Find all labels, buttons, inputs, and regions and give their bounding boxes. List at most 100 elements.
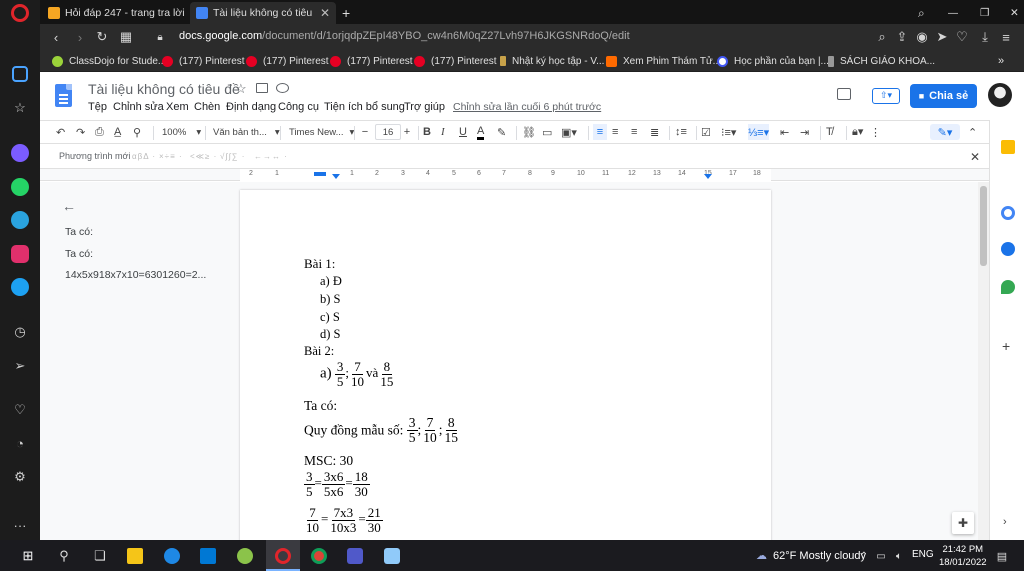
star-icon[interactable]: ☆ bbox=[235, 81, 247, 97]
notification-icon[interactable]: ▤ bbox=[994, 548, 1010, 564]
more-icon[interactable]: ··· bbox=[11, 516, 29, 534]
menu-chinh-sua[interactable]: Chỉnh sửa bbox=[113, 101, 164, 113]
last-edit-link[interactable]: Chỉnh sửa lần cuối 6 phút trước bbox=[453, 101, 601, 113]
align-right-icon[interactable]: ≡ bbox=[631, 124, 637, 140]
scrollbar-thumb[interactable] bbox=[980, 186, 987, 266]
clear-formatting-icon[interactable]: T̸ bbox=[826, 124, 833, 140]
heart-icon[interactable]: ♡ bbox=[954, 29, 970, 45]
avatar[interactable] bbox=[988, 83, 1012, 107]
undo-icon[interactable]: ↶ bbox=[56, 124, 65, 140]
insert-comment-icon[interactable]: ▭ bbox=[542, 124, 552, 140]
opera-logo-icon[interactable] bbox=[11, 4, 29, 22]
close-icon[interactable]: ✕ bbox=[314, 6, 330, 20]
lock-icon[interactable]: 🔒︎ bbox=[152, 29, 168, 45]
misc-operations-menu[interactable]: ×÷≡ · bbox=[159, 152, 183, 161]
windows-start-icon[interactable]: ⊞ bbox=[20, 548, 36, 564]
search-icon[interactable]: ⌕ bbox=[874, 29, 890, 45]
checklist-icon[interactable]: ☑ bbox=[701, 124, 711, 140]
bookmark-pinterest[interactable]: (177) Pinterest bbox=[246, 54, 329, 68]
decrease-indent-icon[interactable]: ⇤ bbox=[780, 124, 789, 140]
menu-tep[interactable]: Tệp bbox=[88, 101, 107, 113]
bookmark-sgk[interactable]: SÁCH GIÁO KHOA... bbox=[828, 54, 935, 68]
new-tab-button[interactable]: + bbox=[336, 2, 356, 24]
outline-item[interactable]: Ta có: bbox=[65, 226, 93, 238]
relations-menu[interactable]: <≪≥ · bbox=[190, 152, 217, 161]
insert-image-icon[interactable]: ▣▾ bbox=[561, 124, 577, 140]
spellcheck-icon[interactable]: A̲ bbox=[114, 124, 121, 140]
bookmark-nhatky[interactable]: Nhật ký học tập - V... bbox=[500, 54, 604, 68]
share-button[interactable]: ■ Chia sẻ bbox=[910, 84, 977, 108]
teams-icon[interactable] bbox=[347, 548, 363, 564]
maps-icon[interactable] bbox=[1001, 280, 1015, 294]
text-color-icon[interactable]: A bbox=[477, 124, 485, 140]
player-icon[interactable]: ◷ bbox=[11, 323, 29, 341]
first-line-indent-marker[interactable] bbox=[314, 172, 326, 176]
cloud-icon[interactable] bbox=[276, 83, 289, 93]
font-size-input[interactable]: 16 bbox=[375, 124, 401, 140]
style-select[interactable]: Văn bản th... ▾ bbox=[213, 124, 280, 141]
url-field[interactable]: docs.google.com/document/d/1orjqdpZEpI48… bbox=[179, 30, 630, 42]
chevron-up-icon[interactable]: ⌃ bbox=[856, 548, 872, 564]
instagram-icon[interactable] bbox=[11, 245, 29, 263]
app-icon[interactable] bbox=[384, 548, 400, 564]
new-equation-button[interactable]: Phương trình mới bbox=[59, 151, 130, 161]
send-icon[interactable]: ➤ bbox=[934, 29, 950, 45]
contacts-icon[interactable] bbox=[1001, 242, 1015, 256]
store-icon[interactable] bbox=[200, 548, 216, 564]
bulleted-list-icon[interactable]: ⁝≡▾ bbox=[721, 124, 736, 140]
doc-title[interactable]: Tài liệu không có tiêu đề bbox=[88, 81, 240, 97]
collapse-icon[interactable]: ⌃ bbox=[968, 124, 977, 140]
bookmark-pinterest[interactable]: (177) Pinterest bbox=[414, 54, 497, 68]
print-icon[interactable]: ⎙ bbox=[95, 124, 104, 140]
file-explorer-icon[interactable] bbox=[127, 548, 143, 564]
edge-icon[interactable] bbox=[164, 548, 180, 564]
tabs-grid-icon[interactable]: ▦ bbox=[118, 29, 134, 45]
italic-icon[interactable]: I bbox=[441, 124, 445, 140]
history-icon[interactable]: ◔ bbox=[11, 434, 29, 452]
back-arrow-icon[interactable]: ← bbox=[62, 198, 76, 214]
math-operators-menu[interactable]: √∫∫∑ · bbox=[220, 152, 245, 161]
app-icon[interactable] bbox=[237, 548, 253, 564]
font-size-decrease-button[interactable]: − bbox=[358, 124, 372, 140]
download-icon[interactable]: ⤓ bbox=[977, 29, 993, 45]
justify-icon[interactable]: ≣ bbox=[650, 124, 659, 140]
comment-icon[interactable] bbox=[837, 88, 851, 100]
font-size-increase-button[interactable]: + bbox=[400, 124, 414, 140]
weather-widget[interactable]: ☁ 62°F Mostly cloudy bbox=[756, 549, 866, 562]
camera-icon[interactable]: ◉ bbox=[914, 29, 930, 45]
link-icon[interactable]: ⛓ bbox=[522, 124, 536, 140]
folder-icon[interactable] bbox=[256, 83, 268, 93]
numbered-list-icon[interactable]: ⅓≡▾ bbox=[748, 124, 770, 140]
document-page[interactable]: Bài 1: a) Đ b) S c) S d) S Bài 2: a) 3 5;… bbox=[240, 190, 771, 550]
back-icon[interactable]: ‹ bbox=[48, 29, 64, 45]
messenger-icon[interactable] bbox=[11, 144, 29, 162]
tab-hoidap[interactable]: Hỏi đáp 247 - trang tra lời ✕ bbox=[42, 2, 187, 24]
bookmark-pinterest[interactable]: (177) Pinterest bbox=[330, 54, 413, 68]
forward-icon[interactable]: › bbox=[72, 29, 88, 45]
increase-indent-icon[interactable]: ⇥ bbox=[800, 124, 809, 140]
tab-docs[interactable]: Tài liệu không có tiêu đề - Google ✕ bbox=[190, 2, 336, 24]
docs-logo-icon[interactable] bbox=[55, 84, 72, 107]
menu-tro-giup[interactable]: Trợ giúp bbox=[404, 101, 445, 113]
star-icon[interactable]: ☆ bbox=[11, 99, 29, 117]
task-view-icon[interactable]: ❏ bbox=[92, 548, 108, 564]
twitter-icon[interactable] bbox=[11, 278, 29, 296]
bookmark-classdojo[interactable]: ClassDojo for Stude... bbox=[52, 54, 166, 68]
maximize-button[interactable]: ❐ bbox=[974, 2, 990, 24]
font-select[interactable]: Times New... ▾ bbox=[289, 124, 354, 141]
share-page-icon[interactable]: ⇪ bbox=[894, 29, 910, 45]
bookmark-xemphim[interactable]: Xem Phim Thám Tử... bbox=[606, 54, 721, 68]
search-tabs-icon[interactable]: ⌕ bbox=[912, 2, 928, 24]
heart-icon[interactable]: ♡ bbox=[11, 401, 29, 419]
editing-mode-icon[interactable]: ✎▾ bbox=[930, 124, 960, 140]
align-center-icon[interactable]: ≡ bbox=[612, 124, 618, 140]
minimize-button[interactable]: — bbox=[942, 2, 958, 24]
network-icon[interactable]: ▭ bbox=[873, 548, 889, 564]
clock[interactable]: 21:42 PM 18/01/2022 bbox=[939, 543, 987, 569]
settings-icon[interactable]: ⚙ bbox=[11, 468, 29, 486]
collapse-panel-icon[interactable]: › bbox=[1003, 516, 1007, 528]
tasks-icon[interactable] bbox=[1001, 206, 1015, 220]
reload-icon[interactable]: ↻ bbox=[94, 29, 110, 45]
outline-item[interactable]: Ta có: bbox=[65, 248, 93, 260]
present-icon[interactable]: ⇧▾ bbox=[872, 88, 900, 104]
